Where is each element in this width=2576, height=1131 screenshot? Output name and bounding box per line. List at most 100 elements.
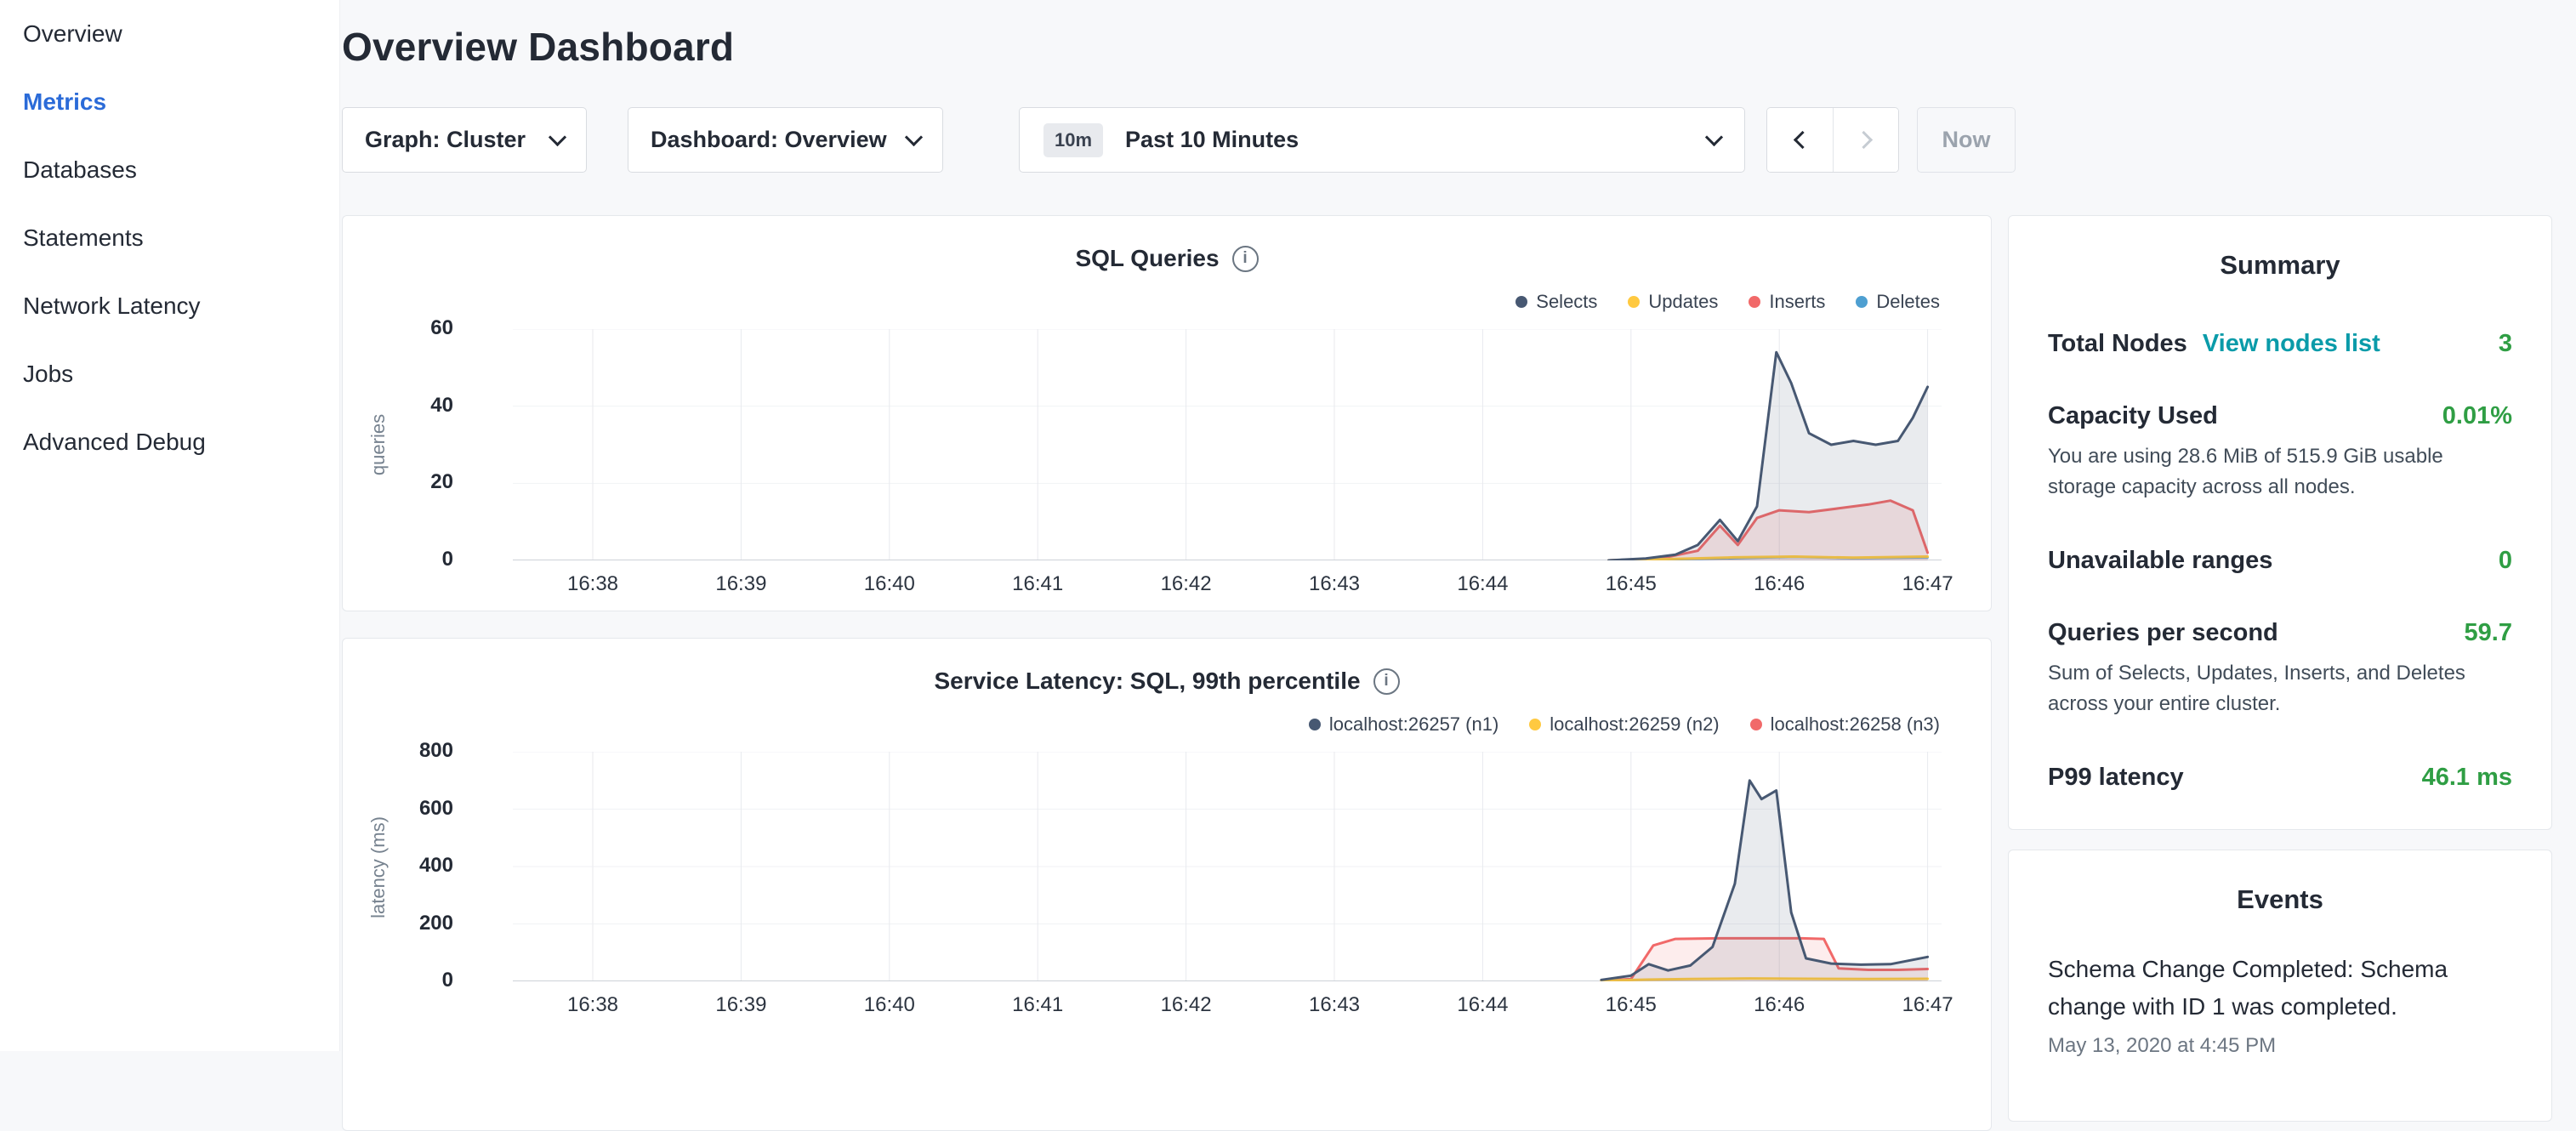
y-tick-label: 60	[343, 316, 453, 340]
y-axis-unit-label: queries	[367, 414, 390, 475]
time-range-selector[interactable]: 10m Past 10 Minutes	[1019, 107, 1745, 173]
legend-item[interactable]: Updates	[1628, 291, 1718, 313]
chart-plot[interactable]	[513, 329, 1942, 560]
events-title: Events	[2048, 850, 2512, 915]
sidebar-item-advanced-debug[interactable]: Advanced Debug	[0, 408, 339, 476]
summary-panel: Summary Total Nodes View nodes list 3 Ca…	[2008, 215, 2552, 830]
legend-item[interactable]: localhost:26258 (n3)	[1750, 713, 1940, 736]
event-timestamp: May 13, 2020 at 4:45 PM	[2048, 1034, 2512, 1058]
sql-queries-chart-card: SQL Queries i Selects Updates Inserts Delet…	[342, 215, 1992, 611]
summary-label: P99 latency	[2048, 764, 2184, 792]
sidebar-item-statements[interactable]: Statements	[0, 204, 339, 272]
x-tick-label: 16:39	[715, 993, 766, 1017]
summary-value: 59.7	[2465, 619, 2512, 647]
y-tick-label: 800	[343, 739, 453, 763]
event-item: Schema Change Completed: Schema change w…	[2048, 951, 2512, 1058]
summary-title: Summary	[2048, 216, 2512, 281]
summary-row-total-nodes: Total Nodes View nodes list 3	[2048, 330, 2512, 358]
sidebar-item-overview[interactable]: Overview	[0, 0, 339, 68]
chart-legend: localhost:26257 (n1) localhost:26259 (n2)…	[1309, 713, 1940, 736]
event-message: Schema Change Completed: Schema change w…	[2048, 951, 2512, 1026]
x-tick-label: 16:42	[1161, 572, 1212, 596]
chart-plot[interactable]	[513, 752, 1942, 981]
x-tick-label: 16:43	[1309, 993, 1360, 1017]
x-tick-label: 16:41	[1012, 993, 1063, 1017]
legend-label: Inserts	[1769, 291, 1825, 313]
dashboard-label: Dashboard: Overview	[651, 127, 887, 153]
events-panel: Events Schema Change Completed: Schema c…	[2008, 850, 2552, 1122]
sidebar-item-jobs[interactable]: Jobs	[0, 340, 339, 408]
chart-title: SQL Queries	[1075, 245, 1219, 272]
chevron-down-icon	[549, 128, 566, 145]
legend-dot-icon	[1856, 296, 1868, 308]
summary-description: Sum of Selects, Updates, Inserts, and De…	[2048, 658, 2512, 719]
summary-row-p99-latency: P99 latency 46.1 ms	[2048, 764, 2512, 792]
x-tick-label: 16:40	[864, 572, 915, 596]
legend-dot-icon	[1529, 719, 1541, 730]
x-tick-label: 16:40	[864, 993, 915, 1017]
legend-label: localhost:26258 (n3)	[1771, 713, 1940, 736]
legend-dot-icon	[1515, 296, 1527, 308]
toolbar: Graph: Cluster Dashboard: Overview 10m P…	[342, 107, 2576, 173]
x-tick-label: 16:46	[1754, 993, 1805, 1017]
y-tick-label: 600	[343, 797, 453, 821]
y-tick-label: 400	[343, 854, 453, 878]
time-back-button[interactable]	[1767, 108, 1833, 172]
legend-label: Selects	[1536, 291, 1597, 313]
sidebar-item-databases[interactable]: Databases	[0, 136, 339, 204]
legend-dot-icon	[1749, 296, 1760, 308]
sidebar-item-metrics[interactable]: Metrics	[0, 68, 339, 136]
summary-value: 0	[2499, 547, 2512, 575]
chevron-right-icon	[1854, 131, 1872, 149]
time-range-label: Past 10 Minutes	[1125, 127, 1708, 153]
page-title: Overview Dashboard	[342, 24, 2576, 70]
side-column: Summary Total Nodes View nodes list 3 Ca…	[2008, 215, 2552, 1131]
y-tick-label: 200	[343, 912, 453, 935]
summary-value: 46.1 ms	[2422, 764, 2512, 792]
summary-row-queries-per-second: Queries per second 59.7 Sum of Selects, …	[2048, 619, 2512, 719]
legend-label: Deletes	[1876, 291, 1940, 313]
y-tick-label: 0	[343, 969, 453, 992]
legend-dot-icon	[1750, 719, 1762, 730]
summary-row-unavailable-ranges: Unavailable ranges 0	[2048, 547, 2512, 575]
now-button[interactable]: Now	[1917, 107, 2016, 173]
legend-dot-icon	[1309, 719, 1321, 730]
legend-item[interactable]: Inserts	[1749, 291, 1825, 313]
info-icon[interactable]: i	[1232, 246, 1259, 272]
x-tick-label: 16:45	[1606, 572, 1657, 596]
legend-label: localhost:26257 (n1)	[1329, 713, 1498, 736]
info-icon[interactable]: i	[1373, 668, 1400, 695]
dashboard-body: SQL Queries i Selects Updates Inserts Delet…	[342, 215, 2576, 1131]
y-tick-label: 0	[343, 548, 453, 571]
legend-item[interactable]: localhost:26257 (n1)	[1309, 713, 1498, 736]
view-nodes-link[interactable]: View nodes list	[2203, 330, 2380, 358]
y-tick-label: 20	[343, 470, 453, 494]
chevron-left-icon	[1794, 131, 1811, 149]
legend-item[interactable]: Selects	[1515, 291, 1597, 313]
dashboard-dropdown[interactable]: Dashboard: Overview	[628, 107, 943, 173]
charts-column: SQL Queries i Selects Updates Inserts Delet…	[342, 215, 1992, 1131]
legend-item[interactable]: localhost:26259 (n2)	[1529, 713, 1719, 736]
y-tick-label: 40	[343, 394, 453, 418]
x-tick-label: 16:42	[1161, 993, 1212, 1017]
summary-row-capacity-used: Capacity Used 0.01% You are using 28.6 M…	[2048, 402, 2512, 503]
chart-legend: Selects Updates Inserts Deletes	[1515, 291, 1940, 313]
main-content: Overview Dashboard Graph: Cluster Dashbo…	[340, 0, 2576, 1051]
graph-scope-dropdown[interactable]: Graph: Cluster	[342, 107, 587, 173]
sidebar-item-network-latency[interactable]: Network Latency	[0, 272, 339, 340]
x-tick-label: 16:43	[1309, 572, 1360, 596]
summary-label: Queries per second	[2048, 619, 2278, 647]
x-tick-label: 16:45	[1606, 993, 1657, 1017]
x-tick-label: 16:38	[567, 572, 618, 596]
summary-value: 0.01%	[2442, 402, 2512, 430]
graph-scope-label: Graph: Cluster	[365, 127, 526, 153]
service-latency-chart-card: Service Latency: SQL, 99th percentile i …	[342, 638, 1992, 1131]
summary-label: Total Nodes	[2048, 330, 2187, 358]
x-tick-label: 16:46	[1754, 572, 1805, 596]
x-tick-label: 16:47	[1902, 572, 1953, 596]
x-tick-label: 16:44	[1457, 993, 1508, 1017]
time-range-badge: 10m	[1043, 123, 1103, 157]
legend-item[interactable]: Deletes	[1856, 291, 1940, 313]
chevron-down-icon	[1705, 128, 1723, 145]
time-forward-button[interactable]	[1833, 108, 1898, 172]
